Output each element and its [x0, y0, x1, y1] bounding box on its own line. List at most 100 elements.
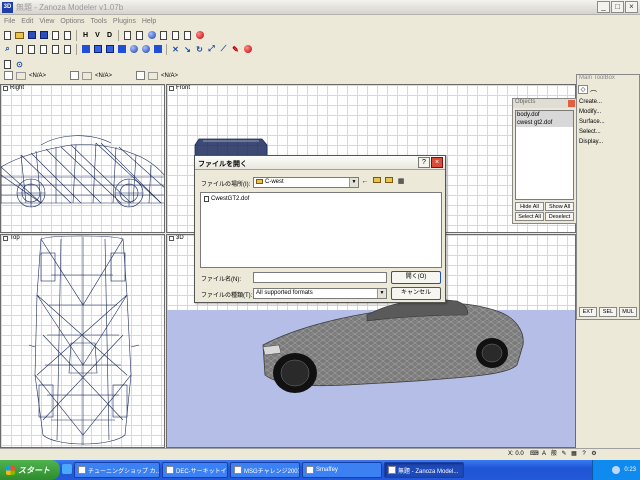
minimize-button[interactable]: _	[597, 1, 610, 13]
menu-tools[interactable]: Tools	[91, 18, 107, 25]
object-item-cwest[interactable]: cwest gt2.dof	[516, 119, 573, 127]
toolbox-create[interactable]: Create...	[579, 97, 637, 107]
filename-input[interactable]	[253, 272, 387, 283]
selector-checkbox[interactable]	[70, 71, 79, 80]
new-file-button[interactable]	[2, 30, 13, 41]
depth-view-button[interactable]: D	[104, 30, 115, 41]
selector-2[interactable]: <N/A>	[70, 71, 112, 80]
export-button[interactable]	[62, 30, 73, 41]
new-folder-icon[interactable]	[384, 177, 394, 187]
up-folder-icon[interactable]	[372, 177, 382, 187]
open-file-button[interactable]	[14, 30, 25, 41]
grid-toggle-button[interactable]	[2, 59, 13, 70]
show-all-button[interactable]: Show All	[545, 202, 574, 211]
viewport-menu-icon[interactable]	[169, 85, 174, 91]
create-torus-button[interactable]	[140, 44, 151, 55]
viewport-top[interactable]: Top	[0, 234, 165, 448]
rotate-tool-button[interactable]: ↻	[194, 44, 205, 55]
filetype-combo[interactable]: All supported formats ▼	[253, 288, 387, 299]
create-sphere-button[interactable]	[128, 44, 139, 55]
menu-options[interactable]: Options	[60, 18, 84, 25]
close-button[interactable]: ×	[625, 1, 638, 13]
mirror-tool-button[interactable]: ⤢	[206, 44, 217, 55]
paste-button[interactable]	[134, 30, 145, 41]
sel-button[interactable]: SEL	[599, 307, 617, 317]
toolbox-surface[interactable]: Surface...	[579, 117, 637, 127]
file-list[interactable]: CwestGT2.dof	[200, 192, 442, 268]
create-cube-button[interactable]	[92, 44, 103, 55]
create-box-button[interactable]	[80, 44, 91, 55]
scale-tool-button[interactable]: ↘	[182, 44, 193, 55]
volume-icon[interactable]	[612, 466, 621, 474]
start-button[interactable]: スタート	[0, 460, 60, 480]
save-button[interactable]	[26, 30, 37, 41]
snap-toggle-button[interactable]: ⊙	[14, 59, 25, 70]
file-item[interactable]: CwestGT2.dof	[204, 196, 249, 202]
create-cone-button[interactable]	[116, 44, 127, 55]
dialog-close-button[interactable]: ×	[431, 157, 443, 168]
taskbar-item-5[interactable]: 無題 - Zanoza Model...	[384, 462, 464, 478]
object-item-body[interactable]: body.dof	[516, 111, 573, 119]
selector-swatch[interactable]	[16, 71, 26, 80]
delete-tool-button[interactable]	[242, 44, 253, 55]
toolbox-modify[interactable]: Modify...	[579, 107, 637, 117]
cut-button[interactable]	[158, 30, 169, 41]
import-button[interactable]	[38, 30, 49, 41]
texture-button[interactable]	[182, 30, 193, 41]
horizontal-view-button[interactable]: H	[80, 30, 91, 41]
taskbar-item-4[interactable]: Smaffey	[302, 462, 382, 478]
selector-swatch[interactable]	[148, 71, 158, 80]
vertical-view-button[interactable]: V	[92, 30, 103, 41]
menu-file[interactable]: File	[4, 18, 15, 25]
move-tool-button[interactable]: ✕	[170, 44, 181, 55]
menu-help[interactable]: Help	[142, 18, 156, 25]
print-button[interactable]	[50, 30, 61, 41]
menu-plugins[interactable]: Plugins	[113, 18, 136, 25]
paint-tool-button[interactable]: ✎	[230, 44, 241, 55]
create-cylinder-button[interactable]	[104, 44, 115, 55]
selector-checkbox[interactable]	[4, 71, 13, 80]
create-plane-button[interactable]	[152, 44, 163, 55]
pen-icon[interactable]: ✎	[560, 450, 568, 458]
view-menu-icon[interactable]: ▦	[396, 177, 406, 187]
align-tool-button[interactable]: ⟋	[218, 44, 229, 55]
material-button[interactable]	[170, 30, 181, 41]
zoom-button[interactable]: ⌕	[2, 44, 13, 55]
back-arrow-icon[interactable]: ←	[360, 177, 370, 187]
maximize-button[interactable]: □	[611, 1, 624, 13]
objects-close-icon[interactable]	[568, 100, 575, 107]
viewport-menu-icon[interactable]	[3, 85, 8, 91]
menu-view[interactable]: View	[39, 18, 54, 25]
objects-list[interactable]: body.dof cwest gt2.dof	[515, 110, 574, 200]
selector-3[interactable]: <N/A>	[136, 71, 178, 80]
selector-checkbox[interactable]	[136, 71, 145, 80]
dialog-help-button[interactable]: ?	[418, 157, 430, 168]
toolbox-select[interactable]: Select...	[579, 127, 637, 137]
toolbox-tab-1[interactable]: ◇	[578, 84, 588, 94]
zoom-extents-button[interactable]	[26, 44, 37, 55]
quicklaunch-ie-icon[interactable]	[62, 464, 72, 474]
location-combo[interactable]: C-west ▼	[253, 177, 359, 188]
box-select-button[interactable]	[62, 44, 73, 55]
taskbar-item-3[interactable]: MSGチャレンジ2007 結...	[230, 462, 300, 478]
deselect-button[interactable]: Deselect	[545, 212, 574, 221]
keyboard-icon[interactable]: ⌨	[530, 450, 539, 458]
settings-icon[interactable]: ⚙	[590, 450, 598, 458]
open-button[interactable]: 開く(O)	[391, 271, 441, 284]
ime-pad-icon[interactable]: ▦	[570, 450, 578, 458]
select-all-button[interactable]: Select All	[515, 212, 544, 221]
chevron-down-icon[interactable]: ▼	[377, 289, 386, 298]
select-all-button[interactable]	[50, 44, 61, 55]
taskbar-item-2[interactable]: DEC-サーキットイベント...	[162, 462, 228, 478]
selector-swatch[interactable]	[82, 71, 92, 80]
pan-button[interactable]	[14, 44, 25, 55]
toolbox-display[interactable]: Display...	[579, 137, 637, 147]
selector-1[interactable]: <N/A>	[4, 71, 46, 80]
mul-button[interactable]: MUL	[619, 307, 637, 317]
select-button[interactable]	[38, 44, 49, 55]
ext-button[interactable]: EXT	[579, 307, 597, 317]
ime-icon[interactable]: A	[540, 450, 548, 458]
cancel-button[interactable]: キャンセル	[391, 287, 441, 300]
kana-icon[interactable]: 般	[550, 450, 558, 458]
copy-button[interactable]	[122, 30, 133, 41]
